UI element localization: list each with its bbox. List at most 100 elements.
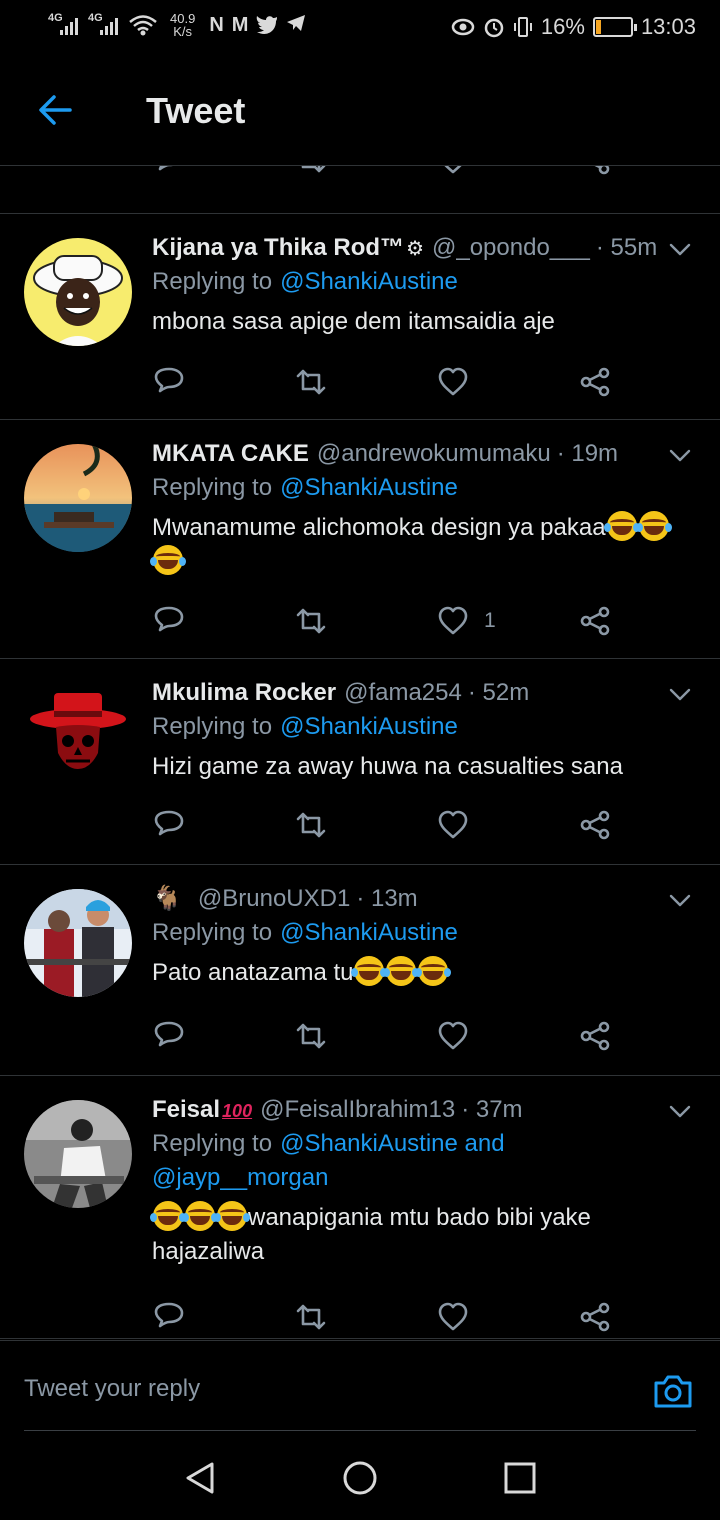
retweet-button[interactable]	[294, 166, 328, 180]
tweet-header: Feisal 100 @FeisalIbrahim13 · 37m	[152, 1093, 696, 1127]
eye-icon	[451, 18, 475, 36]
retweet-button[interactable]	[294, 1016, 328, 1056]
user-handle[interactable]: @andrewokumumaku	[317, 440, 551, 467]
back-button[interactable]	[34, 88, 78, 132]
tweet-header: MKATA CAKE @andrewokumumaku · 19m	[152, 437, 696, 471]
retweet-icon	[296, 369, 326, 395]
like-button[interactable]	[436, 1016, 484, 1056]
reply-icon	[154, 1021, 184, 1047]
home-nav-icon[interactable]	[342, 1460, 378, 1496]
replying-to-label: Replying to	[152, 713, 273, 740]
wifi-icon	[129, 15, 157, 36]
chevron-down-icon[interactable]	[668, 444, 692, 468]
chevron-down-icon[interactable]	[668, 238, 692, 262]
like-button[interactable]	[436, 1297, 484, 1337]
twitter-bird-icon	[257, 15, 278, 34]
tweet-header: 🐐 @BrunoUXD1 · 13m	[152, 882, 696, 916]
display-name[interactable]: Feisal	[152, 1096, 220, 1123]
share-icon	[580, 1021, 610, 1051]
mention-link[interactable]: @ShankiAustine and	[280, 1130, 505, 1157]
avatar[interactable]	[24, 889, 132, 997]
retweet-icon	[296, 608, 326, 634]
tweet-content: Mkulima Rocker @fama254 · 52m Replying to @S…	[152, 676, 696, 784]
share-button[interactable]	[578, 601, 612, 641]
reply-button[interactable]	[152, 1016, 186, 1056]
retweet-button[interactable]	[294, 362, 328, 402]
avatar[interactable]	[24, 444, 132, 552]
tweet-text-body: Mwanamume alichomoka design ya pakaa	[152, 514, 606, 541]
user-handle[interactable]: @_opondo___	[432, 234, 590, 261]
tweet-content: Kijana ya Thika Rod™ ⚙ @_opondo___ · 55m Rep…	[152, 231, 696, 339]
back-nav-icon[interactable]	[182, 1460, 218, 1496]
replying-to: Replying to @ShankiAustine	[152, 265, 696, 299]
chevron-down-icon[interactable]	[668, 889, 692, 913]
display-name[interactable]: Mkulima Rocker	[152, 679, 336, 706]
reply-tweet[interactable]: Kijana ya Thika Rod™ ⚙ @_opondo___ · 55m Rep…	[0, 214, 720, 420]
retweet-button[interactable]	[294, 805, 328, 845]
notification-n-icon: N	[209, 13, 224, 36]
reply-tweet[interactable]: 🐐 @BrunoUXD1 · 13m Replying to @ShankiAustin…	[0, 865, 720, 1076]
gmail-icon: M	[231, 13, 249, 36]
replying-to-label: Replying to	[152, 919, 273, 946]
replying-to: Replying to @ShankiAustine and	[152, 1127, 696, 1161]
like-button[interactable]	[436, 805, 484, 845]
retweet-icon	[296, 1304, 326, 1330]
camera-icon[interactable]	[652, 1371, 694, 1411]
recents-nav-icon[interactable]	[502, 1460, 538, 1496]
reply-button[interactable]	[152, 362, 186, 402]
chevron-down-icon[interactable]	[668, 683, 692, 707]
display-name[interactable]: Kijana ya Thika Rod™	[152, 234, 404, 261]
like-button[interactable]: 1	[436, 166, 496, 180]
reply-tweet[interactable]: Mkulima Rocker @fama254 · 52m Replying to @S…	[0, 659, 720, 865]
tweet-content: Feisal 100 @FeisalIbrahim13 · 37m Replying t…	[150, 1093, 696, 1269]
reply-tweet[interactable]: MKATA CAKE @andrewokumumaku · 19m Replying …	[0, 420, 720, 659]
tweet-actions	[152, 805, 622, 845]
like-icon	[438, 367, 468, 396]
reply-input[interactable]: Tweet your reply	[24, 1375, 200, 1403]
reply-icon	[154, 606, 184, 632]
tweet-actions	[152, 1297, 622, 1337]
retweet-button[interactable]	[294, 601, 328, 641]
gear-badge-icon: ⚙	[406, 238, 424, 260]
user-handle[interactable]: @BrunoUXD1	[198, 885, 350, 912]
like-button[interactable]: 1	[436, 601, 496, 641]
tweet-text-body: hajazaliwa	[152, 1238, 265, 1265]
reply-button[interactable]	[152, 805, 186, 845]
share-button[interactable]	[578, 805, 612, 845]
user-handle[interactable]: @FeisalIbrahim13	[260, 1096, 455, 1123]
avatar[interactable]	[24, 683, 132, 791]
replying-to: Replying to @ShankiAustine	[152, 710, 696, 744]
avatar[interactable]	[24, 238, 132, 346]
share-button[interactable]	[578, 166, 612, 180]
mention-link[interactable]: @jayp__morgan	[152, 1164, 328, 1191]
tweet-text: Mwanamume alichomoka design ya pakaa	[150, 511, 696, 579]
user-handle[interactable]: @fama254	[344, 679, 462, 706]
reply-button[interactable]	[152, 166, 186, 180]
laughing-emoji-icon	[150, 545, 186, 575]
chevron-down-icon[interactable]	[668, 1100, 692, 1124]
back-arrow-icon	[39, 95, 72, 125]
share-button[interactable]	[578, 1016, 612, 1056]
reply-icon	[154, 1302, 184, 1328]
share-button[interactable]	[578, 362, 612, 402]
mention-link[interactable]: @ShankiAustine	[280, 268, 458, 295]
retweet-button[interactable]	[294, 1297, 328, 1337]
share-button[interactable]	[578, 1297, 612, 1337]
tweet-time: · 37m	[461, 1096, 523, 1123]
reply-button[interactable]	[152, 601, 186, 641]
goat-emoji-icon: 🐐	[152, 885, 182, 912]
mention-link[interactable]: @ShankiAustine	[280, 919, 458, 946]
reply-button[interactable]	[152, 1297, 186, 1337]
like-button[interactable]	[436, 362, 484, 402]
mention-link[interactable]: @ShankiAustine	[280, 474, 458, 501]
avatar[interactable]	[24, 1100, 132, 1208]
display-name[interactable]: MKATA CAKE	[152, 440, 309, 467]
alarm-icon	[484, 18, 504, 38]
tweet-text: Hizi game za away huwa na casualties san…	[152, 750, 696, 784]
replies-list: 1 Kijana ya Thika Rod™⚙ @_opondo___· 55m R…	[0, 166, 720, 1339]
tweet-actions: 1	[152, 166, 622, 180]
network-speed: 40.9 K/s	[170, 11, 196, 39]
mention-link[interactable]: @ShankiAustine	[280, 713, 458, 740]
reply-tweet[interactable]: Feisal 100 @FeisalIbrahim13 · 37m Replying t…	[0, 1076, 720, 1339]
share-icon	[580, 810, 610, 840]
